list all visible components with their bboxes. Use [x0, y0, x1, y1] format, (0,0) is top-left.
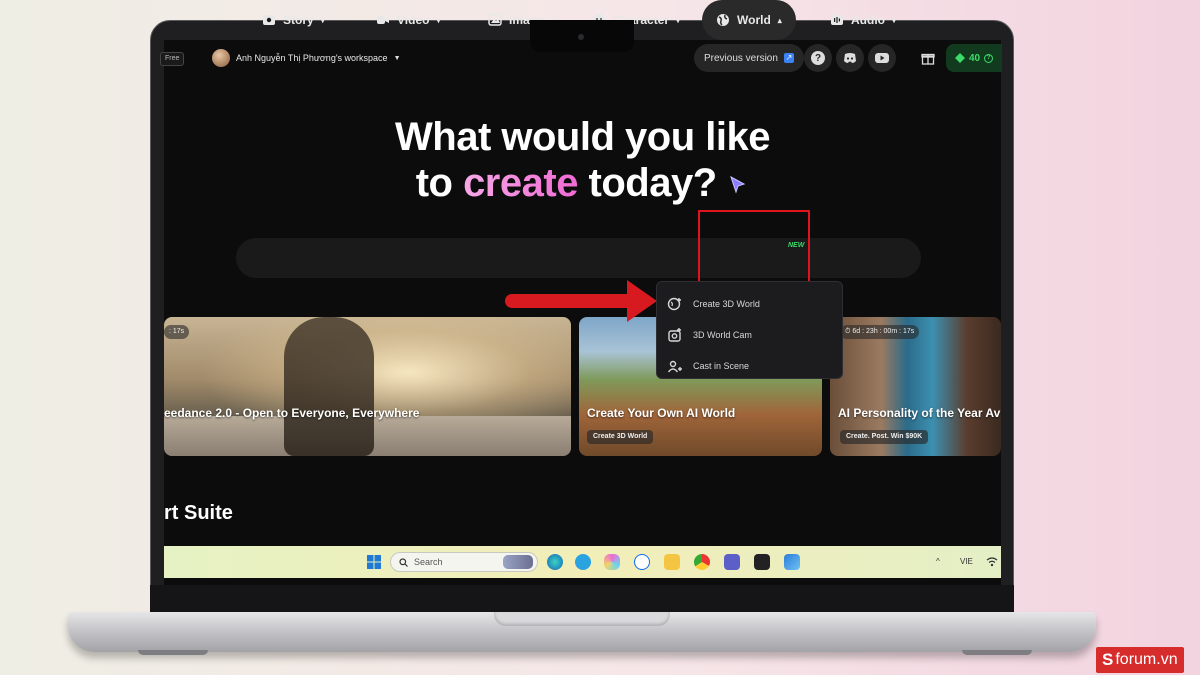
people-plus-icon — [667, 360, 682, 372]
menu-item-label: 3D World Cam — [693, 329, 752, 340]
card-image-hiker — [284, 317, 374, 456]
hero-line-2: to create today? — [164, 160, 1001, 206]
chrome-icon[interactable] — [694, 554, 710, 570]
world-dropdown-menu: Create 3D World 3D World Cam Cast in Sce… — [656, 281, 843, 379]
nav-world[interactable]: World ▴ — [702, 0, 796, 40]
webcam-icon — [578, 34, 584, 40]
countdown-text: 6d : 23h : 00m : 17s — [852, 328, 915, 335]
help-button[interactable]: ? — [804, 44, 832, 72]
laptop-foot — [138, 650, 208, 655]
external-link-icon: ↗ — [783, 53, 794, 63]
laptop-foot — [962, 650, 1032, 655]
avatar — [212, 49, 230, 67]
previous-version-button[interactable]: Previous version ↗ — [694, 44, 804, 72]
video-icon — [377, 16, 389, 24]
card-title: AI Personality of the Year Av — [838, 406, 1001, 420]
chevron-down-icon: ▾ — [436, 15, 441, 25]
credits-badge[interactable]: 40 ? — [946, 44, 1002, 72]
app-grid-icon[interactable] — [754, 554, 770, 570]
card-title: Create Your Own AI World — [587, 406, 736, 420]
countdown-timer: : 17s — [164, 325, 190, 339]
credits-count: 40 — [968, 52, 981, 64]
watermark-logo: S — [1102, 650, 1114, 669]
help-icon: ? — [811, 51, 825, 65]
card-cta-chip[interactable]: Create 3D World — [587, 430, 654, 444]
discord-icon — [844, 53, 856, 63]
laptop-groove — [494, 612, 670, 626]
globe-icon — [717, 14, 729, 26]
story-icon — [263, 15, 275, 25]
hero-line-2-post: today? — [577, 161, 718, 205]
workspace-switcher[interactable]: Anh Nguyễn Thị Phương's workspace ▼ — [212, 49, 401, 67]
hero-accent-word: create — [463, 161, 578, 205]
menu-item-create-3d-world[interactable]: Create 3D World — [657, 288, 842, 319]
menu-item-cast-in-scene[interactable]: Cast in Scene — [657, 350, 842, 381]
menu-item-label: Create 3D World — [693, 298, 760, 309]
search-icon — [399, 557, 408, 567]
chevron-up-icon[interactable]: ^ — [936, 557, 940, 566]
camera-notch — [530, 20, 634, 52]
section-title: rt Suite — [164, 502, 233, 524]
chevron-down-icon: ▼ — [393, 54, 401, 62]
card-cta-chip[interactable]: Create. Post. Win $90K — [840, 430, 929, 444]
nav-video-label: Video — [397, 13, 430, 27]
hero-heading: What would you like to create today? — [164, 114, 1001, 206]
telegram-icon[interactable] — [575, 554, 591, 570]
teams-icon[interactable] — [724, 554, 740, 570]
nav-audio[interactable]: Audio ▾ — [830, 0, 896, 40]
red-arrow-head — [627, 280, 657, 322]
edge-icon[interactable] — [547, 554, 563, 570]
chevron-up-icon: ▴ — [777, 15, 782, 25]
diamond-icon — [954, 53, 965, 63]
search-highlight-image — [503, 555, 533, 569]
hero-line-1: What would you like — [395, 115, 770, 159]
globe-plus-icon — [667, 297, 681, 310]
watermark-text: forum.vn — [1115, 651, 1178, 668]
nav-story-label: Story — [283, 13, 314, 27]
countdown-timer: ⏱ 6d : 23h : 00m : 17s — [840, 325, 920, 339]
chevron-down-icon: ▾ — [892, 15, 897, 25]
gift-button[interactable] — [914, 44, 942, 72]
audio-icon — [831, 15, 843, 25]
screen-bezel-bottom — [150, 585, 1014, 613]
app-icon[interactable] — [784, 554, 800, 570]
nav-audio-label: Audio — [851, 13, 885, 27]
promo-card-seedance[interactable]: : 17s eedance 2.0 - Open to Everyone, Ev… — [164, 317, 571, 456]
search-placeholder: Search — [414, 557, 443, 567]
gift-icon — [921, 53, 935, 65]
menu-item-3d-world-cam[interactable]: 3D World Cam — [657, 319, 842, 350]
previous-version-label: Previous version — [704, 52, 778, 64]
nav-video[interactable]: Video ▾ — [376, 0, 440, 40]
hero-line-2-pre: to — [415, 161, 464, 205]
file-explorer-icon[interactable] — [664, 554, 680, 570]
chevron-down-icon: ▾ — [676, 15, 681, 25]
highlight-box — [698, 210, 810, 289]
workspace-name: Anh Nguyễn Thị Phương's workspace — [236, 53, 388, 63]
language-indicator[interactable]: VIE — [960, 557, 973, 566]
card-title: eedance 2.0 - Open to Everyone, Everywhe… — [164, 406, 420, 420]
cursor-sparkle-icon — [730, 176, 746, 195]
chevron-down-icon: ▾ — [320, 15, 325, 25]
sforum-watermark: S forum.vn — [1096, 647, 1184, 673]
red-arrow-shaft — [505, 294, 635, 308]
youtube-icon — [875, 53, 889, 63]
nav-story[interactable]: Story ▾ — [262, 0, 325, 40]
discord-button[interactable] — [836, 44, 864, 72]
copilot-icon[interactable] — [604, 554, 620, 570]
taskbar-search[interactable]: Search — [390, 552, 538, 572]
nav-world-label: World — [737, 13, 771, 27]
info-icon: ? — [984, 53, 994, 63]
youtube-button[interactable] — [868, 44, 896, 72]
zalo-icon[interactable] — [634, 554, 650, 570]
plan-badge: Free — [160, 52, 185, 66]
wifi-icon[interactable] — [986, 556, 998, 568]
image-icon — [488, 14, 502, 26]
promo-card-ai-personality[interactable]: ⏱ 6d : 23h : 00m : 17s AI Personality of… — [830, 317, 1001, 456]
camera-icon — [668, 327, 681, 342]
menu-item-label: Cast in Scene — [693, 360, 750, 371]
windows-start-icon[interactable] — [366, 554, 382, 570]
create-category-nav — [236, 238, 921, 278]
